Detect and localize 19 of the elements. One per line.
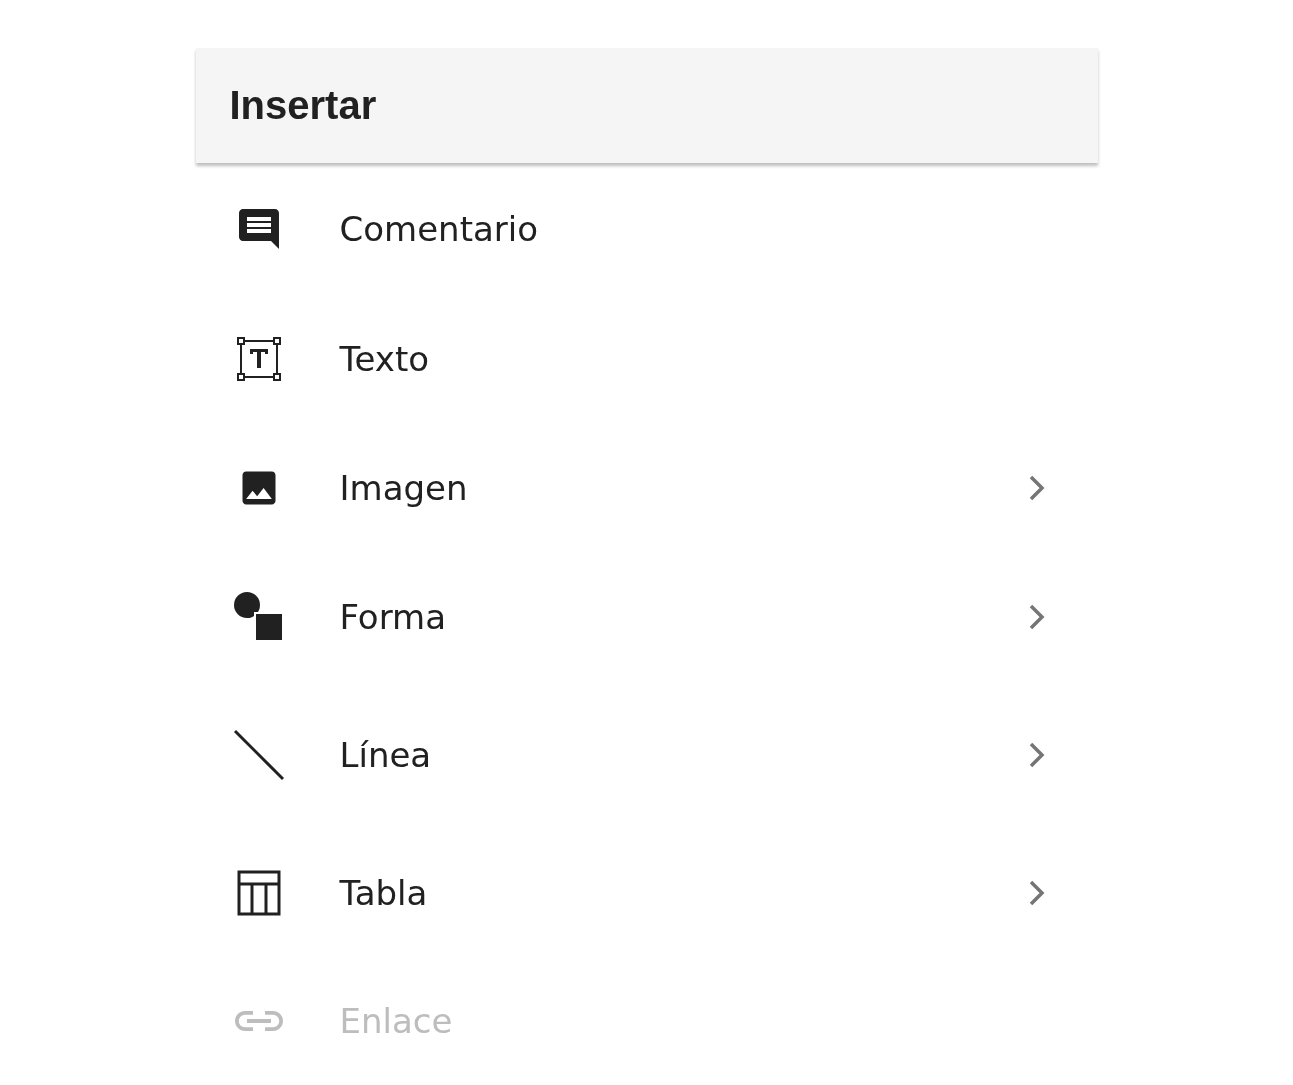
menu-item-label: Comentario [339,209,540,249]
menu-item-label: Enlace [339,1001,454,1041]
menu-item[interactable]: Forma [195,552,1098,682]
menu-item[interactable]: Imagen [195,423,1098,552]
shapes-icon [232,591,285,643]
menu-item-label: Imagen [339,467,469,508]
line-icon [232,729,285,781]
menu-item[interactable]: Texto [195,294,1098,423]
menu-item[interactable]: Comentario [195,164,1098,294]
menu-item-label: Tabla [339,872,429,913]
menu-item-label: Línea [339,735,433,775]
menu-title: Insertar [229,83,377,128]
table-icon [236,869,281,916]
text-box-icon [236,336,281,381]
menu-item-label: Texto [339,338,431,379]
menu-item[interactable]: Línea [195,682,1098,828]
menu-item-label: Forma [339,597,447,637]
link-icon [234,1009,283,1033]
menu-item[interactable]: Tabla [195,828,1098,957]
